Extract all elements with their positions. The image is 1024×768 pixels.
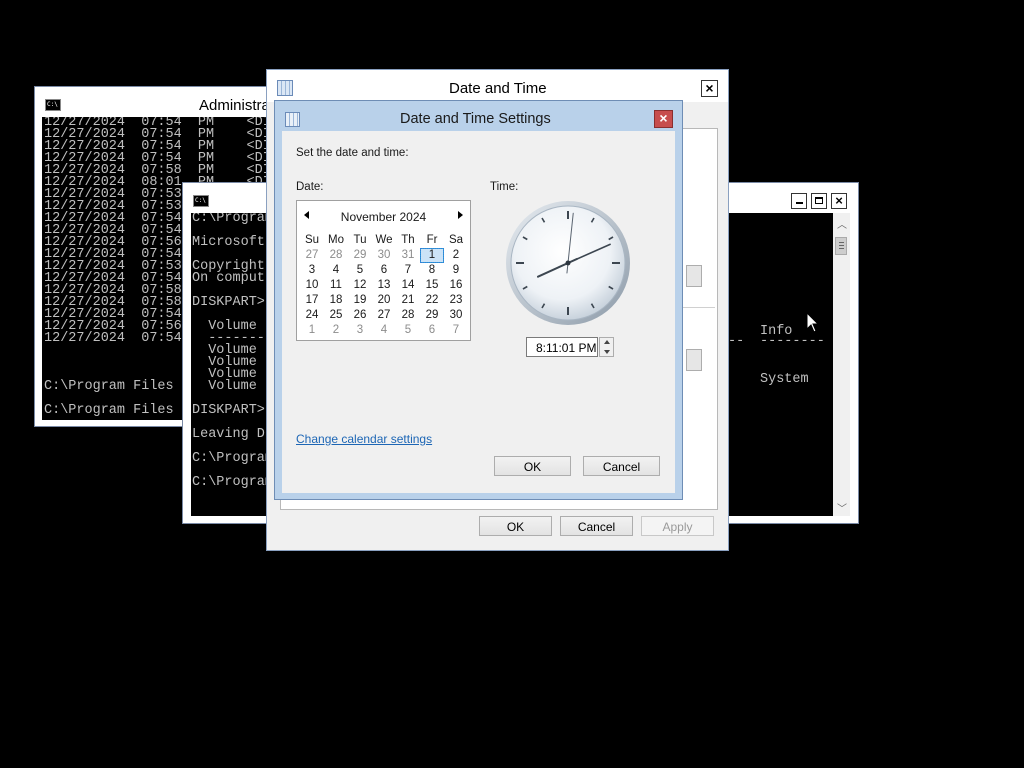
close-icon[interactable]: × — [831, 193, 847, 209]
calendar-weekday-header: We — [375, 234, 393, 246]
calendar-day[interactable]: 4 — [324, 263, 348, 278]
time-value[interactable]: 8:11:01 PM — [536, 341, 596, 355]
calendar-day[interactable]: 29 — [348, 248, 372, 263]
clock-center — [565, 260, 571, 266]
calendar-day[interactable]: 20 — [372, 293, 396, 308]
cmd-window-title: Administra — [199, 97, 270, 114]
calendar-weekday-header: Sa — [448, 234, 464, 246]
ok-button[interactable]: OK — [479, 516, 552, 536]
calendar-day[interactable]: 28 — [324, 248, 348, 263]
calendar-day-selected[interactable]: 1 — [420, 248, 444, 263]
next-month-icon[interactable] — [458, 211, 463, 219]
panel-button-stub[interactable] — [686, 265, 702, 287]
calendar-day[interactable]: 6 — [372, 263, 396, 278]
calendar-day[interactable]: 30 — [372, 248, 396, 263]
calendar-day[interactable]: 9 — [444, 263, 468, 278]
calendar-day[interactable]: 6 — [420, 323, 444, 338]
date-label: Date: — [296, 181, 324, 193]
time-label: Time: — [490, 181, 519, 193]
calendar-day[interactable]: 12 — [348, 278, 372, 293]
calendar-control[interactable]: November 2024 Su Mo Tu We Th Fr Sa 27 28 29 30 31 1 2… — [296, 200, 471, 341]
settings-title: Date and Time Settings — [400, 111, 551, 127]
calendar-day[interactable]: 2 — [324, 323, 348, 338]
calendar-day[interactable]: 11 — [324, 278, 348, 293]
settings-ok-button[interactable]: OK — [494, 456, 571, 476]
time-input[interactable]: 8:11:01 PM — [526, 337, 598, 357]
console-column-dashes-left: -- — [728, 334, 745, 349]
calendar-weekday-header: Su — [304, 234, 320, 246]
calendar-day[interactable]: 25 — [324, 308, 348, 323]
calendar-day[interactable]: 1 — [300, 323, 324, 338]
date-time-app-icon — [277, 80, 293, 96]
cmd-icon — [45, 99, 61, 111]
change-calendar-settings-link[interactable]: Change calendar settings — [296, 432, 432, 446]
calendar-weekday-header: Mo — [328, 234, 344, 246]
close-icon[interactable]: × — [654, 110, 673, 128]
calendar-day[interactable]: 19 — [348, 293, 372, 308]
calendar-day[interactable]: 31 — [396, 248, 420, 263]
calendar-day[interactable]: 3 — [348, 323, 372, 338]
calendar-day[interactable]: 13 — [372, 278, 396, 293]
spin-down-icon[interactable] — [604, 350, 610, 354]
date-time-app-icon — [285, 112, 300, 127]
calendar-day[interactable]: 5 — [348, 263, 372, 278]
time-spinner[interactable] — [599, 337, 614, 357]
calendar-day[interactable]: 23 — [444, 293, 468, 308]
scroll-down-icon[interactable]: ﹀ — [837, 500, 847, 515]
calendar-month-label[interactable]: November 2024 — [297, 210, 470, 224]
calendar-day[interactable]: 27 — [300, 248, 324, 263]
calendar-day[interactable]: 26 — [348, 308, 372, 323]
cancel-button[interactable]: Cancel — [560, 516, 633, 536]
calendar-day[interactable]: 4 — [372, 323, 396, 338]
cmd-icon — [193, 195, 209, 207]
settings-cancel-button[interactable]: Cancel — [583, 456, 660, 476]
analog-clock — [506, 201, 630, 325]
console-scrollbar[interactable]: ︿ ﹀ — [833, 213, 850, 516]
calendar-day[interactable]: 5 — [396, 323, 420, 338]
date-and-time-title: Date and Time — [449, 80, 547, 97]
calendar-day[interactable]: 30 — [444, 308, 468, 323]
calendar-day[interactable]: 16 — [444, 278, 468, 293]
calendar-day[interactable]: 8 — [420, 263, 444, 278]
calendar-day[interactable]: 24 — [300, 308, 324, 323]
calendar-grid: Su Mo Tu We Th Fr Sa 27 28 29 30 31 1 2 3 4 5 6 7 8 9 10 11 12 1… — [300, 233, 468, 338]
calendar-weekday-header: Tu — [353, 234, 367, 246]
set-date-time-prompt: Set the date and time: — [296, 147, 409, 159]
calendar-day[interactable]: 28 — [396, 308, 420, 323]
calendar-weekday-header: Fr — [426, 234, 438, 246]
scroll-thumb[interactable] — [835, 237, 847, 255]
panel-button-stub[interactable] — [686, 349, 702, 371]
calendar-day[interactable]: 3 — [300, 263, 324, 278]
calendar-weekday-header: Th — [401, 234, 415, 246]
calendar-day[interactable]: 18 — [324, 293, 348, 308]
date-and-time-titlebar[interactable]: Date and Time × — [267, 70, 728, 102]
calendar-day[interactable]: 29 — [420, 308, 444, 323]
close-icon[interactable]: × — [701, 80, 718, 97]
mouse-cursor-icon — [806, 312, 820, 333]
calendar-day[interactable]: 21 — [396, 293, 420, 308]
calendar-day[interactable]: 17 — [300, 293, 324, 308]
panel-divider — [681, 307, 715, 308]
settings-titlebar[interactable]: Date and Time Settings × — [275, 101, 682, 131]
scroll-up-icon[interactable]: ︿ — [837, 216, 847, 231]
minimize-icon[interactable] — [791, 193, 807, 209]
calendar-day[interactable]: 22 — [420, 293, 444, 308]
calendar-day[interactable]: 27 — [372, 308, 396, 323]
calendar-day[interactable]: 10 — [300, 278, 324, 293]
console-column-dashes: -------- — [760, 334, 825, 349]
cmd-window-titlebar[interactable]: Administra — [35, 87, 283, 117]
calendar-day[interactable]: 2 — [444, 248, 468, 263]
calendar-day[interactable]: 7 — [444, 323, 468, 338]
calendar-day[interactable]: 14 — [396, 278, 420, 293]
console-value-system: System — [760, 372, 809, 387]
spin-up-icon[interactable] — [604, 340, 610, 344]
apply-button[interactable]: Apply — [641, 516, 714, 536]
calendar-day[interactable]: 7 — [396, 263, 420, 278]
maximize-icon[interactable] — [811, 193, 827, 209]
calendar-day[interactable]: 15 — [420, 278, 444, 293]
